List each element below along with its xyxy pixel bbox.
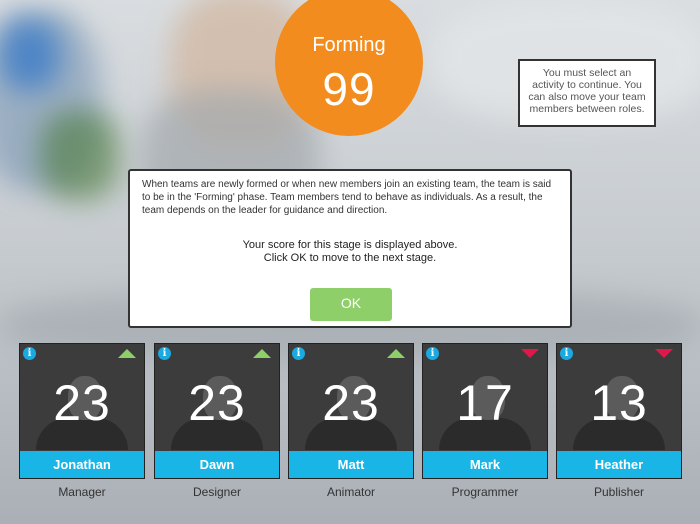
member-score: 23 — [53, 375, 111, 431]
stage-dialog: When teams are newly formed or when new … — [128, 169, 572, 328]
info-icon[interactable]: i — [292, 347, 305, 360]
info-icon[interactable]: i — [23, 347, 36, 360]
member-name: Heather — [557, 451, 681, 478]
member-name: Dawn — [155, 451, 279, 478]
role-label: Programmer — [451, 485, 519, 499]
score-message-line-2: Click OK to move to the next stage. — [263, 252, 437, 264]
role-label: Animator — [326, 485, 376, 499]
trend-down-icon — [655, 349, 673, 358]
member-score: 23 — [322, 375, 380, 431]
member-score: 17 — [456, 375, 514, 431]
member-name: Matt — [289, 451, 413, 478]
info-icon[interactable]: i — [426, 347, 439, 360]
instruction-hint: You must select an activity to continue.… — [518, 59, 656, 127]
team-card-matt[interactable]: i 23 Matt — [288, 343, 414, 479]
trend-up-icon — [253, 349, 271, 358]
member-score: 13 — [590, 375, 648, 431]
stage-score-circle: Forming 99 — [275, 0, 423, 136]
team-card-heather[interactable]: i 13 Heather — [556, 343, 682, 479]
trend-up-icon — [118, 349, 136, 358]
team-card-mark[interactable]: i 17 Mark — [422, 343, 548, 479]
team-card-jonathan[interactable]: i 23 Jonathan — [19, 343, 145, 479]
info-icon[interactable]: i — [560, 347, 573, 360]
member-name: Mark — [423, 451, 547, 478]
trend-up-icon — [387, 349, 405, 358]
dialog-score-message: Your score for this stage is displayed a… — [130, 239, 570, 265]
role-label: Manager — [58, 485, 106, 499]
trend-down-icon — [521, 349, 539, 358]
stage-score: 99 — [322, 63, 376, 115]
member-score: 23 — [188, 375, 246, 431]
member-name: Jonathan — [20, 451, 144, 478]
role-label: Designer — [192, 485, 242, 499]
dialog-body-text: When teams are newly formed or when new … — [142, 179, 552, 216]
info-icon[interactable]: i — [158, 347, 171, 360]
score-message-line-1: Your score for this stage is displayed a… — [242, 239, 458, 251]
team-card-dawn[interactable]: i 23 Dawn — [154, 343, 280, 479]
ok-button[interactable]: OK — [310, 288, 392, 321]
role-label: Publisher — [593, 485, 645, 499]
stage-name: Forming — [312, 34, 386, 56]
